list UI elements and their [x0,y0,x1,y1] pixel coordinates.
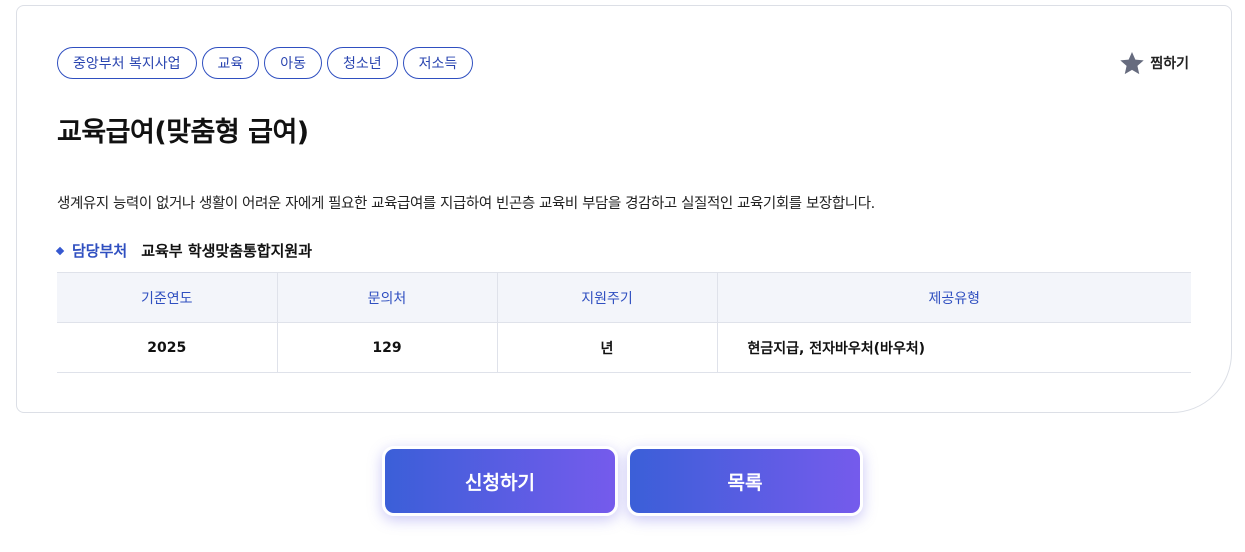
table-row: 2025 129 년 현금지급, 전자바우처(바우처) [57,322,1191,373]
header-provision-type: 제공유형 [716,272,1191,323]
header-base-year: 기준연도 [57,272,277,323]
favorite-button[interactable]: 찜하기 [1119,50,1189,76]
tag-low-income[interactable]: 저소득 [402,47,474,79]
list-button[interactable]: 목록 [627,446,863,516]
page-title: 교육급여(맞춤형 급여) [57,117,309,148]
star-icon [1120,51,1145,75]
tag-youth[interactable]: 청소년 [327,47,398,79]
cell-support-cycle: 년 [496,322,717,373]
cell-base-year: 2025 [57,322,277,373]
service-description: 생계유지 능력이 없거나 생활이 어려운 자에게 필요한 교육급여를 지급하여 … [57,196,875,212]
department-label: 담당부처 [72,242,128,260]
apply-button[interactable]: 신청하기 [382,446,618,516]
cell-contact: 129 [276,322,497,373]
favorite-label: 찜하기 [1150,56,1189,72]
header-contact: 문의처 [276,272,497,323]
diamond-bullet-icon [55,246,65,255]
department-info: 담당부처 교육부 학생맞춤통합지원과 [55,240,313,261]
tag-child[interactable]: 아동 [264,47,323,79]
cell-provision-type: 현금지급, 전자바우처(바우처) [716,322,1191,373]
header-support-cycle: 지원주기 [496,272,717,323]
info-table: 기준연도 문의처 지원주기 제공유형 2025 129 년 현금지급, 전자바우… [57,272,1191,373]
department-value: 교육부 학생맞춤통합지원과 [141,242,313,260]
tag-category[interactable]: 중앙부처 복지사업 [57,47,197,79]
tag-list: 중앙부처 복지사업 교육 아동 청소년 저소득 [57,47,474,79]
table-header-row: 기준연도 문의처 지원주기 제공유형 [57,272,1191,323]
welfare-detail-card: 중앙부처 복지사업 교육 아동 청소년 저소득 찜하기 교육급여(맞춤형 급여)… [16,5,1232,413]
tag-education[interactable]: 교육 [201,47,260,79]
